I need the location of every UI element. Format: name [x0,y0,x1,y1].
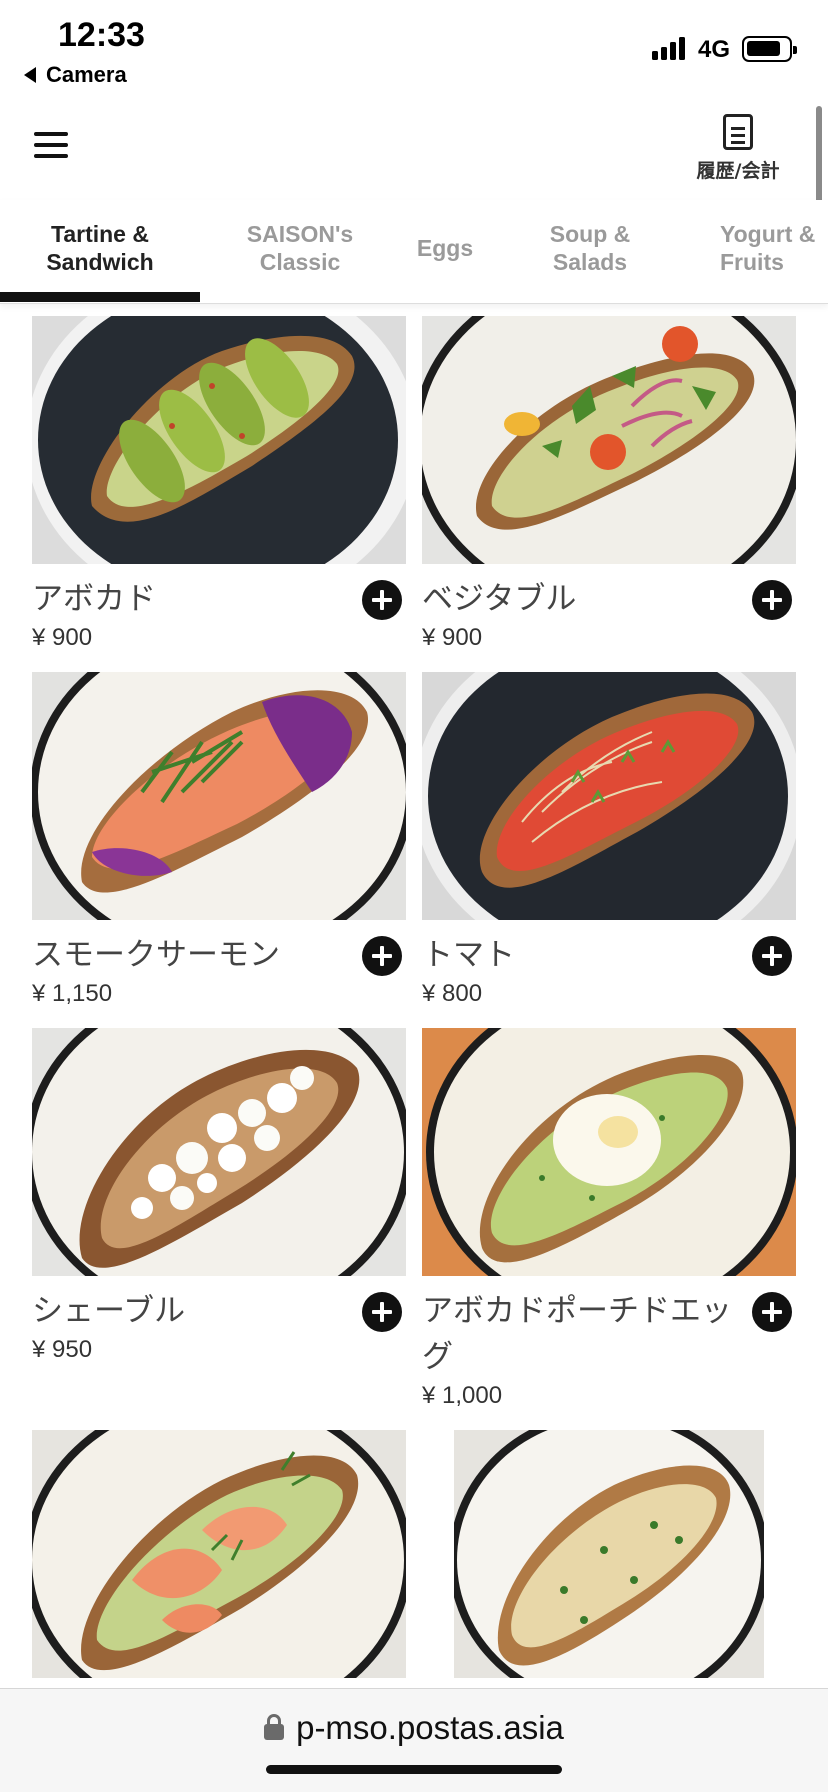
tab-yogurt-fruits[interactable]: Yogurt & Fruits [720,220,828,280]
status-time: 12:33 [58,16,145,54]
product-photo-avocado[interactable] [32,316,406,564]
signal-bars-icon [652,36,685,60]
product-name: アボカド [32,581,156,617]
product-price: ¥ 950 [32,1336,93,1363]
product-photo-tomato[interactable] [422,672,796,920]
url-text: p-mso.postas.asia [296,1709,564,1746]
product-name: スモークサーモン [32,937,280,973]
status-bar: 12:33 Camera 4G [0,0,828,96]
product-photo-salmon-avocado[interactable] [32,1430,406,1678]
tab-saisons-classic[interactable]: SAISON's Classic [200,220,400,280]
product-photo-avocado-poached-egg[interactable] [422,1028,796,1276]
product-photo-chevre[interactable] [32,1028,406,1276]
product-price: ¥ 800 [422,980,483,1007]
add-to-cart-button[interactable] [752,580,792,620]
scroll-indicator [816,106,822,204]
home-indicator[interactable] [266,1765,562,1774]
app-header: 履歴/会計 [0,96,828,200]
add-to-cart-button[interactable] [752,1292,792,1332]
history-checkout-button[interactable]: 履歴/会計 [688,114,788,184]
product-price: ¥ 900 [422,624,483,651]
back-to-camera-link[interactable]: Camera [24,62,127,88]
category-tabs: Tartine & Sandwich SAISON's Classic Eggs… [0,200,828,304]
add-to-cart-button[interactable] [752,936,792,976]
product-name: シェーブル [32,1293,186,1329]
lock-icon [264,1714,285,1740]
browser-url-bar[interactable]: p-mso.postas.asia [0,1688,828,1792]
add-to-cart-button[interactable] [362,1292,402,1332]
network-type: 4G [698,36,731,63]
back-triangle-icon [24,67,36,83]
tab-soup-salads[interactable]: Soup & Salads [490,220,690,280]
product-price: ¥ 1,000 [422,1382,503,1409]
tab-eggs[interactable]: Eggs [400,234,490,294]
document-icon [723,114,753,150]
product-name: トマト [422,937,515,973]
battery-icon [742,36,797,62]
product-photo-smoked-salmon[interactable] [32,672,406,920]
product-photo-gratin[interactable] [454,1430,764,1678]
product-price: ¥ 1,150 [32,980,113,1007]
product-name: アボカドポーチドエッグ [422,1293,732,1375]
product-photo-vegetable[interactable] [422,316,796,564]
product-name: ベジタブル [422,581,577,617]
tab-tartine-sandwich[interactable]: Tartine & Sandwich [0,220,200,280]
back-link-label: Camera [46,62,127,87]
url-display[interactable]: p-mso.postas.asia [0,1709,828,1747]
add-to-cart-button[interactable] [362,936,402,976]
active-tab-underline [0,292,200,302]
product-price: ¥ 900 [32,624,93,651]
history-checkout-label: 履歴/会計 [696,160,780,182]
hamburger-menu-icon[interactable] [34,132,68,158]
add-to-cart-button[interactable] [362,580,402,620]
